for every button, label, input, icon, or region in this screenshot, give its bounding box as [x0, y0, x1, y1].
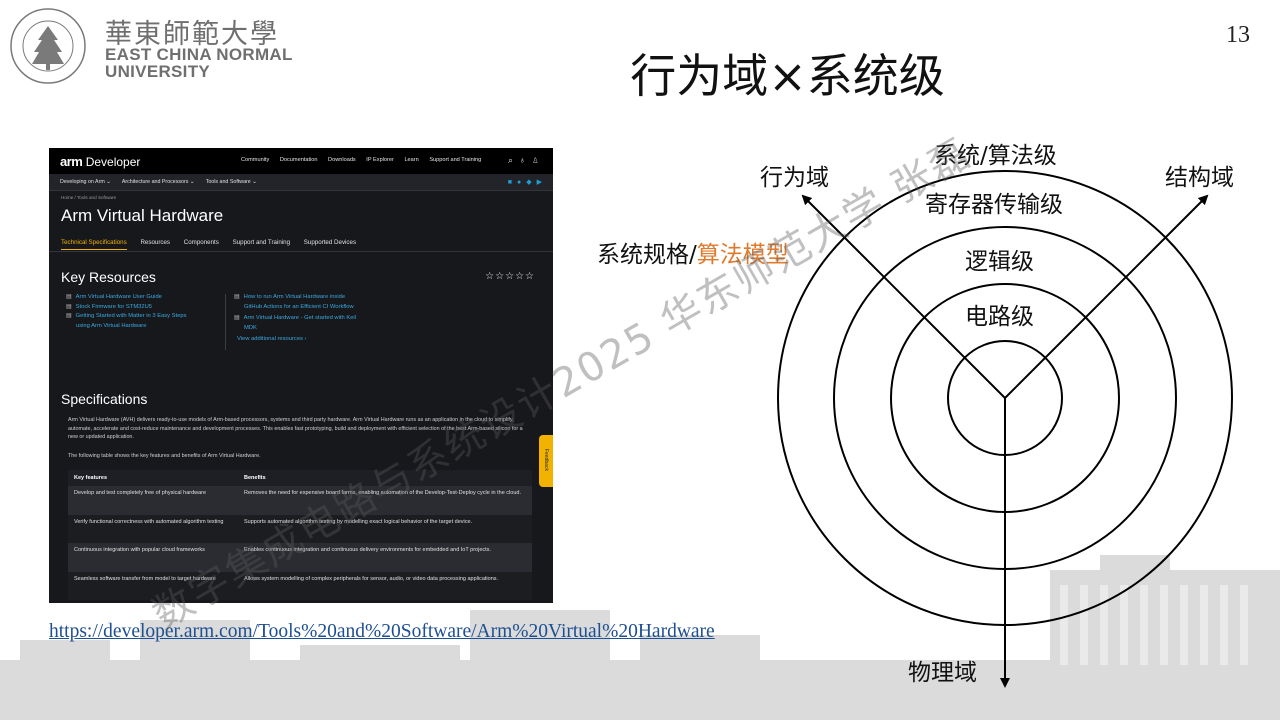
table-row: Continuous integration with popular clou… [68, 543, 532, 572]
resources-divider [225, 294, 226, 350]
nav-learn[interactable]: Learn [404, 157, 418, 163]
table-cell: Enables continuous integration and conti… [238, 543, 532, 572]
social-icons: ■●◆▶ [508, 178, 547, 186]
label-system-spec-text: 系统规格/ [597, 242, 697, 268]
table-cell: Develop and test completely free of phys… [68, 486, 238, 515]
label-algorithm-model: 算法模型 [696, 242, 789, 268]
table-header-row: Key features Benefits [68, 470, 532, 486]
slide: 華東師範大學 EAST CHINA NORMAL UNIVERSITY 13 行… [0, 0, 1280, 720]
tab-technical-specifications[interactable]: Technical Specifications [61, 239, 127, 250]
resource-link[interactable]: ▤ Arm Virtual Hardware User Guide [66, 293, 187, 303]
label-system-spec: 系统规格/算法模型 [597, 235, 789, 269]
table-row: Develop and test completely free of phys… [68, 486, 532, 515]
resource-link[interactable]: ▤ Stock Firmware for STM32U5 [66, 303, 187, 313]
resource-link[interactable]: ▤ How to run Arm Virtual Hardware inside [234, 293, 356, 303]
label-structure-domain: 结构域 [1165, 165, 1234, 191]
table-row: Seamless software transfer from model to… [68, 571, 532, 601]
sub-nav: Developing on Arm ⌄ Architecture and Pro… [60, 179, 267, 185]
features-table: Key features Benefits Develop and test c… [68, 470, 532, 601]
feedback-label: Feedback [543, 449, 549, 471]
label-logic-level: 逻辑级 [965, 249, 1034, 275]
resource-link[interactable]: ▤ Arm Virtual Hardware - Get started with… [234, 314, 356, 324]
view-more-link[interactable]: View additional resources › [234, 335, 356, 345]
resource-link[interactable]: ▤ Getting Started with Matter in 3 Easy S… [66, 312, 187, 322]
table-cell: Continuous integration with popular clou… [68, 543, 238, 572]
feedback-tab[interactable]: Feedback [539, 435, 553, 487]
resources-right-list: ▤ How to run Arm Virtual Hardware inside … [234, 293, 356, 345]
table-cell: Supports automated algorithm testing by … [238, 514, 532, 544]
table-cell: Removes the need for expensive board far… [238, 486, 532, 515]
label-register-transfer-level: 寄存器传输级 [925, 192, 1063, 218]
table-cell: Seamless software transfer from model to… [68, 571, 238, 601]
structure-axis [1004, 194, 1209, 399]
table-cell: Verify functional correctness with autom… [68, 514, 238, 544]
document-icon: ▤ [234, 294, 240, 300]
top-bar: arm Developer Community Documentation Do… [49, 148, 553, 174]
resource-link-continued[interactable]: MDK [234, 324, 356, 334]
resource-label: How to run Arm Virtual Hardware inside [243, 294, 346, 300]
resources-left-list: ▤ Arm Virtual Hardware User Guide ▤ Stock … [66, 293, 187, 331]
top-nav: Community Documentation Downloads IP Exp… [241, 157, 490, 163]
resource-label: Stock Firmware for STM32U5 [75, 303, 153, 310]
table-header: Benefits [238, 470, 532, 486]
specifications-heading: Specifications [61, 391, 148, 407]
tab-bar: Technical Specifications Resources Compo… [61, 239, 368, 250]
arm-developer-logo[interactable]: arm Developer [60, 154, 140, 169]
tab-divider [49, 251, 553, 252]
label-circuit-level: 电路级 [965, 304, 1034, 330]
key-resources-heading: Key Resources [61, 269, 156, 285]
nav-downloads[interactable]: Downloads [328, 157, 356, 163]
chat-icon[interactable]: ■ [508, 179, 517, 186]
spec-paragraph: Arm Virtual Hardware (AVH) delivers read… [68, 417, 523, 441]
rating-stars[interactable]: ☆☆☆☆☆ [485, 271, 535, 282]
github-icon[interactable]: ● [517, 179, 526, 186]
search-icon[interactable]: ⌕ [508, 155, 519, 165]
resource-label: Arm Virtual Hardware - Get started with … [243, 315, 356, 322]
nav-documentation[interactable]: Documentation [280, 157, 318, 163]
spec-paragraph-2: The following table shows the key featur… [68, 453, 261, 459]
table-row: Verify functional correctness with autom… [68, 514, 532, 544]
label-system-algorithm-level: 系统/算法级 [934, 143, 1057, 169]
slide-title: 行为域×系统级 [630, 49, 945, 103]
nav-community[interactable]: Community [241, 157, 269, 163]
resource-link-continued[interactable]: using Arm Virtual Hardware [66, 322, 187, 332]
page-heading: Arm Virtual Hardware [61, 206, 224, 225]
lightbulb-icon[interactable]: ♁ [519, 155, 532, 165]
tab-support-training[interactable]: Support and Training [233, 239, 290, 249]
sub-bar: Developing on Arm ⌄ Architecture and Pro… [49, 174, 553, 191]
document-icon: ▤ [234, 315, 240, 322]
table-cell: Allows system modelling of complex perip… [238, 571, 532, 601]
twitter-icon[interactable]: ◆ [526, 179, 536, 186]
label-behavior-domain: 行为域 [760, 165, 829, 191]
subnav-tools[interactable]: Tools and Software ⌄ [206, 179, 257, 185]
developer-brand: Developer [85, 155, 141, 169]
top-icons: ⌕♁♙ [508, 155, 545, 166]
youtube-icon[interactable]: ▶ [537, 179, 547, 186]
resource-link-continued[interactable]: GitHub Actions for an Efficient CI Workf… [234, 303, 356, 313]
subnav-architecture[interactable]: Architecture and Processors ⌄ [122, 179, 194, 185]
breadcrumb: Home / Tools and Software [61, 195, 117, 200]
arm-brand: arm [60, 154, 83, 169]
arm-developer-screenshot: arm Developer Community Documentation Do… [49, 148, 553, 603]
table-header: Key features [68, 470, 238, 486]
tab-components[interactable]: Components [184, 239, 219, 249]
nav-support[interactable]: Support and Training [429, 157, 481, 163]
resource-label: Getting Started with Matter in 3 Easy St… [75, 313, 187, 320]
resource-label: Arm Virtual Hardware User Guide [75, 294, 162, 300]
tab-supported-devices[interactable]: Supported Devices [304, 239, 356, 249]
subnav-developing[interactable]: Developing on Arm ⌄ [60, 179, 111, 185]
nav-ip-explorer[interactable]: IP Explorer [366, 157, 394, 163]
document-icon: ▤ [66, 294, 72, 300]
tab-resources[interactable]: Resources [140, 239, 170, 249]
user-icon[interactable]: ♙ [532, 155, 545, 165]
document-icon: ▤ [66, 313, 72, 320]
label-physical-domain: 物理域 [908, 660, 977, 686]
document-icon: ▤ [66, 303, 72, 310]
